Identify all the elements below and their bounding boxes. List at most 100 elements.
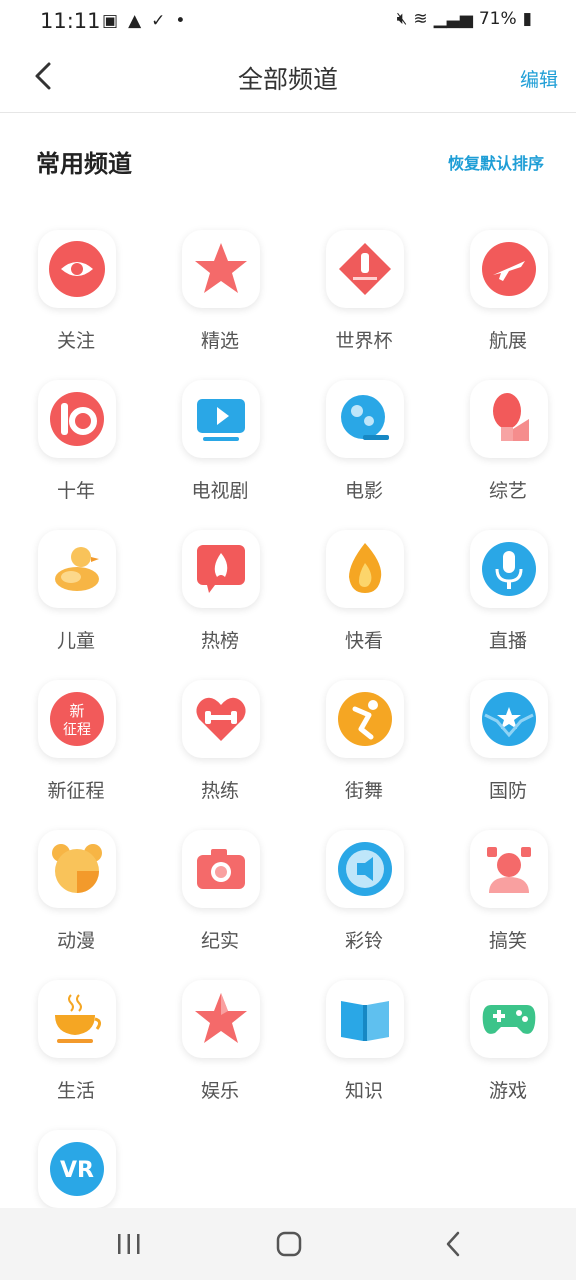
channel-label: 直播: [488, 630, 527, 652]
new-journey-glyph-bottom: 征程: [63, 722, 91, 738]
new-journey-icon: 新 征程: [50, 692, 104, 746]
defense-icon: [482, 692, 536, 746]
channel-new-journey[interactable]: 新 征程 新征程: [4, 680, 148, 830]
dance-icon: [338, 692, 392, 746]
channel-label: 关注: [56, 330, 95, 352]
variety-icon: [493, 393, 529, 441]
image-icon: ▣: [102, 11, 119, 31]
channel-life[interactable]: 生活: [4, 980, 148, 1130]
channel-label: 彩铃: [344, 930, 383, 952]
channel-knowledge[interactable]: 知识: [292, 980, 436, 1130]
signal-icon: ▁▃▅: [433, 9, 473, 29]
ent-star-icon: [195, 993, 247, 1043]
status-time: 11:11: [40, 9, 101, 33]
movie-icon: [341, 395, 389, 440]
mic-icon: [482, 542, 536, 596]
channel-follow[interactable]: 关注: [4, 230, 148, 380]
channel-label: 十年: [56, 480, 95, 502]
channel-label: 搞笑: [488, 930, 527, 952]
vr-glyph: VR: [60, 1158, 94, 1183]
page-title: 全部频道: [237, 65, 338, 94]
anime-icon: [52, 844, 102, 893]
channel-label: 娱乐: [200, 1080, 239, 1102]
hot-list-icon: [197, 545, 245, 593]
status-bar: 11:11 ▣ ▲ ✓ • 🔇︎ ≋ ▁▃▅ 71% ▮: [0, 0, 576, 40]
recent-apps-icon: [118, 1234, 140, 1254]
cup-icon: [55, 994, 102, 1043]
duck-icon: [55, 547, 99, 591]
channel-defense[interactable]: 国防: [436, 680, 576, 830]
channel-tv-series[interactable]: 电视剧: [148, 380, 292, 530]
edit-button[interactable]: 编辑: [520, 65, 558, 92]
channel-games[interactable]: 游戏: [436, 980, 576, 1130]
channel-worldcup[interactable]: 世界杯: [292, 230, 436, 380]
nav-back-button[interactable]: [428, 1226, 478, 1262]
battery-level: 71%: [478, 9, 517, 29]
section-title: 常用频道: [36, 150, 132, 178]
channel-label: 航展: [488, 330, 527, 352]
vr-icon: VR: [50, 1142, 104, 1196]
channel-documentary[interactable]: 纪实: [148, 830, 292, 980]
channel-label: 儿童: [56, 630, 95, 652]
channel-label: 纪实: [200, 930, 239, 952]
channel-label: 综艺: [488, 480, 527, 502]
mute-icon: 🔇︎: [396, 9, 408, 29]
book-icon: [341, 1001, 389, 1041]
ten-icon: [50, 392, 104, 446]
ringtone-icon: [338, 842, 392, 896]
system-nav-bar: [0, 1208, 576, 1280]
top-bar: 全部频道 编辑: [0, 40, 576, 113]
check-icon: ✓: [151, 11, 166, 31]
channel-label: 精选: [200, 330, 239, 352]
status-right-icons: 🔇︎ ≋ ▁▃▅ 71% ▮: [397, 9, 532, 29]
eye-icon: [49, 241, 105, 297]
channel-hot-list[interactable]: 热榜: [148, 530, 292, 680]
channel-label: 世界杯: [335, 330, 393, 352]
channel-label: 国防: [488, 780, 527, 802]
dot-icon: •: [175, 11, 186, 31]
new-journey-glyph-top: 新: [69, 702, 84, 720]
channel-quick-watch[interactable]: 快看: [292, 530, 436, 680]
funny-icon: [487, 847, 531, 893]
channel-kids[interactable]: 儿童: [4, 530, 148, 680]
home-icon: [276, 1231, 302, 1257]
home-button[interactable]: [264, 1226, 314, 1262]
wifi-icon: ≋: [413, 9, 428, 29]
channel-label: 游戏: [488, 1080, 527, 1102]
channel-label: 热练: [200, 780, 239, 802]
channel-label: 电影: [344, 480, 383, 502]
warning-icon: ▲: [128, 11, 142, 31]
channel-label: 生活: [56, 1080, 95, 1102]
channel-label: 热榜: [200, 630, 239, 652]
star-icon: [195, 243, 247, 293]
channel-featured[interactable]: 精选: [148, 230, 292, 380]
worldcup-icon: [339, 243, 391, 295]
channel-street-dance[interactable]: 街舞: [292, 680, 436, 830]
status-left-icons: ▣ ▲ ✓ •: [102, 11, 185, 31]
battery-icon: ▮: [522, 9, 532, 29]
channel-ringtone[interactable]: 彩铃: [292, 830, 436, 980]
restore-default-order-button[interactable]: 恢复默认排序: [448, 150, 544, 174]
channel-fitness[interactable]: 热练: [148, 680, 292, 830]
channel-movie[interactable]: 电影: [292, 380, 436, 530]
channel-label: 知识: [344, 1080, 383, 1102]
channel-label: 新征程: [47, 780, 105, 802]
channel-variety[interactable]: 综艺: [436, 380, 576, 530]
channel-entertainment[interactable]: 娱乐: [148, 980, 292, 1130]
channel-funny[interactable]: 搞笑: [436, 830, 576, 980]
fitness-heart-icon: [196, 697, 246, 741]
tv-icon: [197, 399, 245, 441]
channel-label: 电视剧: [191, 480, 249, 502]
gamepad-icon: [482, 1005, 536, 1034]
jet-icon: [482, 242, 536, 296]
channel-label: 快看: [344, 630, 383, 652]
channel-label: 动漫: [56, 930, 95, 952]
channel-ten-years[interactable]: 十年: [4, 380, 148, 530]
nav-back-icon: [446, 1231, 460, 1257]
channel-airshow[interactable]: 航展: [436, 230, 576, 380]
channel-live[interactable]: 直播: [436, 530, 576, 680]
channel-label: 街舞: [344, 780, 383, 802]
recent-apps-button[interactable]: [104, 1226, 154, 1262]
camera-icon: [197, 849, 245, 889]
channel-anime[interactable]: 动漫: [4, 830, 148, 980]
